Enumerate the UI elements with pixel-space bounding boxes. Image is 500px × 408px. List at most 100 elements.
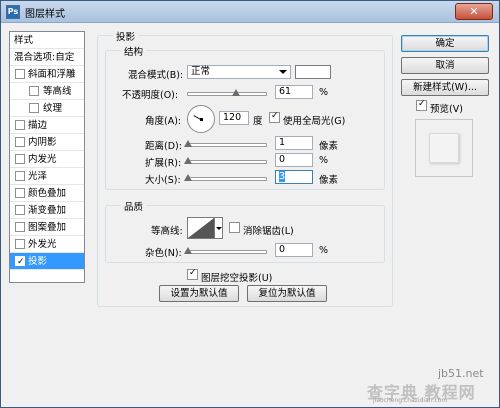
noise-slider-thumb[interactable]	[184, 247, 192, 254]
checkmark-icon: ✓	[189, 268, 197, 278]
style-list-header-label: 样式	[14, 35, 34, 46]
sidebar-item-satin[interactable]: 光泽	[10, 168, 84, 185]
linear-contour-icon	[188, 218, 214, 238]
distance-input[interactable]: 1	[275, 136, 313, 150]
sidebar-item-color-overlay[interactable]: 颜色叠加	[10, 185, 84, 202]
style-preview-thumbnail	[429, 133, 459, 163]
drop-shadow-title: 投影	[113, 29, 139, 43]
make-default-button[interactable]: 设置为默认值	[159, 285, 239, 302]
size-input[interactable]: 3	[275, 170, 313, 184]
anti-aliased-label: 消除锯齿(L)	[243, 226, 294, 237]
sidebar-item-outer-glow[interactable]: 外发光	[10, 236, 84, 253]
preview-label: 预览(V)	[430, 104, 463, 115]
angle-value: 120	[223, 112, 242, 123]
sidebar-item-bevel-emboss[interactable]: 斜面和浮雕	[10, 66, 84, 83]
blend-mode-select[interactable]: 正常	[187, 65, 291, 79]
opacity-value: 61	[279, 86, 292, 97]
sidebar-item-label: 混合选项:自定	[14, 52, 75, 63]
opacity-slider-thumb[interactable]	[232, 89, 240, 96]
noise-input[interactable]: 0	[275, 243, 313, 257]
texture-checkbox[interactable]	[29, 103, 39, 113]
checkmark-icon: ✓	[17, 257, 25, 267]
pattern-overlay-checkbox[interactable]	[15, 222, 25, 232]
preview-checkbox[interactable]: ✓	[416, 99, 427, 111]
use-global-light-label: 使用全局光(G)	[283, 116, 346, 127]
watermark-url: jiaocheng.chazidian.com	[373, 397, 448, 404]
contour-dropdown[interactable]	[214, 217, 223, 239]
opacity-label: 不透明度(O):	[122, 90, 179, 101]
stroke-checkbox[interactable]	[15, 120, 25, 130]
spread-unit: %	[319, 155, 329, 166]
quality-title: 品质	[121, 199, 147, 213]
anti-aliased-checkbox[interactable]	[229, 222, 240, 233]
sidebar-item-stroke[interactable]: 描边	[10, 117, 84, 134]
noise-label: 杂色(N):	[145, 248, 182, 259]
sidebar-item-label: 等高线	[43, 86, 72, 97]
checkmark-icon: ✓	[271, 111, 279, 121]
sidebar-item-texture[interactable]: 纹理	[10, 100, 84, 117]
shadow-color-swatch[interactable]	[295, 65, 331, 79]
opacity-slider[interactable]	[187, 92, 267, 96]
sidebar-item-label: 光泽	[28, 171, 48, 182]
size-value: 3	[279, 171, 286, 182]
spread-label: 扩展(R):	[145, 158, 182, 169]
distance-slider-thumb[interactable]	[184, 140, 192, 147]
bevel-emboss-checkbox[interactable]	[15, 69, 25, 79]
distance-value: 1	[279, 137, 286, 148]
sidebar-item-gradient-overlay[interactable]: 渐变叠加	[10, 202, 84, 219]
size-slider[interactable]	[187, 177, 267, 181]
sidebar-item-pattern-overlay[interactable]: 图案叠加	[10, 219, 84, 236]
sidebar-item-inner-glow[interactable]: 内发光	[10, 151, 84, 168]
reset-default-button[interactable]: 复位为默认值	[247, 285, 327, 302]
outer-glow-checkbox[interactable]	[15, 239, 25, 249]
color-overlay-checkbox[interactable]	[15, 188, 25, 198]
style-list-header: 样式	[10, 32, 84, 49]
ok-button[interactable]: 确定	[401, 35, 489, 52]
satin-checkbox[interactable]	[15, 171, 25, 181]
layer-knocks-out-checkbox[interactable]: ✓	[187, 268, 198, 280]
blend-mode-label: 混合模式(B):	[128, 70, 184, 81]
sidebar-item-contour[interactable]: 等高线	[10, 83, 84, 100]
sidebar-item-label: 图案叠加	[28, 222, 67, 233]
drop-shadow-checkbox[interactable]: ✓	[15, 256, 25, 267]
sidebar-item-label: 内阴影	[28, 137, 57, 148]
checkmark-icon: ✓	[418, 99, 426, 109]
chevron-down-icon	[279, 70, 287, 74]
title-bar[interactable]: Ps 图层样式 ✕	[1, 1, 499, 23]
sidebar-item-label: 渐变叠加	[28, 205, 67, 216]
cancel-button[interactable]: 取消	[401, 57, 489, 74]
distance-slider[interactable]	[187, 143, 267, 147]
distance-unit: 像素	[319, 141, 339, 152]
spread-slider[interactable]	[187, 160, 267, 164]
angle-label: 角度(A):	[145, 116, 182, 127]
chevron-down-icon	[216, 227, 222, 230]
gradient-overlay-checkbox[interactable]	[15, 205, 25, 215]
opacity-input[interactable]: 61	[275, 85, 313, 99]
size-unit: 像素	[319, 175, 339, 186]
sidebar-item-inner-shadow[interactable]: 内阴影	[10, 134, 84, 151]
angle-dial[interactable]	[187, 105, 215, 133]
sidebar-item-blending-options[interactable]: 混合选项:自定	[10, 49, 84, 66]
style-list: 样式 混合选项:自定 斜面和浮雕 等高线 纹理 描边 内阴影 内发光 光泽 颜色…	[9, 31, 85, 283]
size-label: 大小(S):	[145, 175, 181, 186]
new-style-button[interactable]: 新建样式(W)...	[401, 79, 489, 96]
sidebar-item-label: 描边	[28, 120, 48, 131]
inner-shadow-checkbox[interactable]	[15, 137, 25, 147]
close-button[interactable]: ✕	[455, 3, 493, 20]
sidebar-item-drop-shadow[interactable]: ✓ 投影	[10, 253, 84, 270]
inner-glow-checkbox[interactable]	[15, 154, 25, 164]
spread-slider-thumb[interactable]	[184, 157, 192, 164]
contour-checkbox[interactable]	[29, 86, 39, 96]
contour-preview[interactable]	[187, 217, 215, 239]
noise-slider[interactable]	[187, 250, 267, 254]
dialog-title: 图层样式	[25, 9, 65, 20]
sidebar-item-label: 外发光	[28, 239, 57, 250]
photoshop-icon: Ps	[6, 5, 20, 19]
spread-value: 0	[279, 154, 286, 165]
sidebar-item-label: 纹理	[43, 103, 63, 114]
use-global-light-checkbox[interactable]: ✓	[269, 111, 280, 123]
angle-input[interactable]: 120	[219, 111, 249, 125]
spread-input[interactable]: 0	[275, 153, 313, 167]
size-slider-thumb[interactable]	[184, 174, 192, 181]
angle-center-dot	[200, 118, 203, 121]
